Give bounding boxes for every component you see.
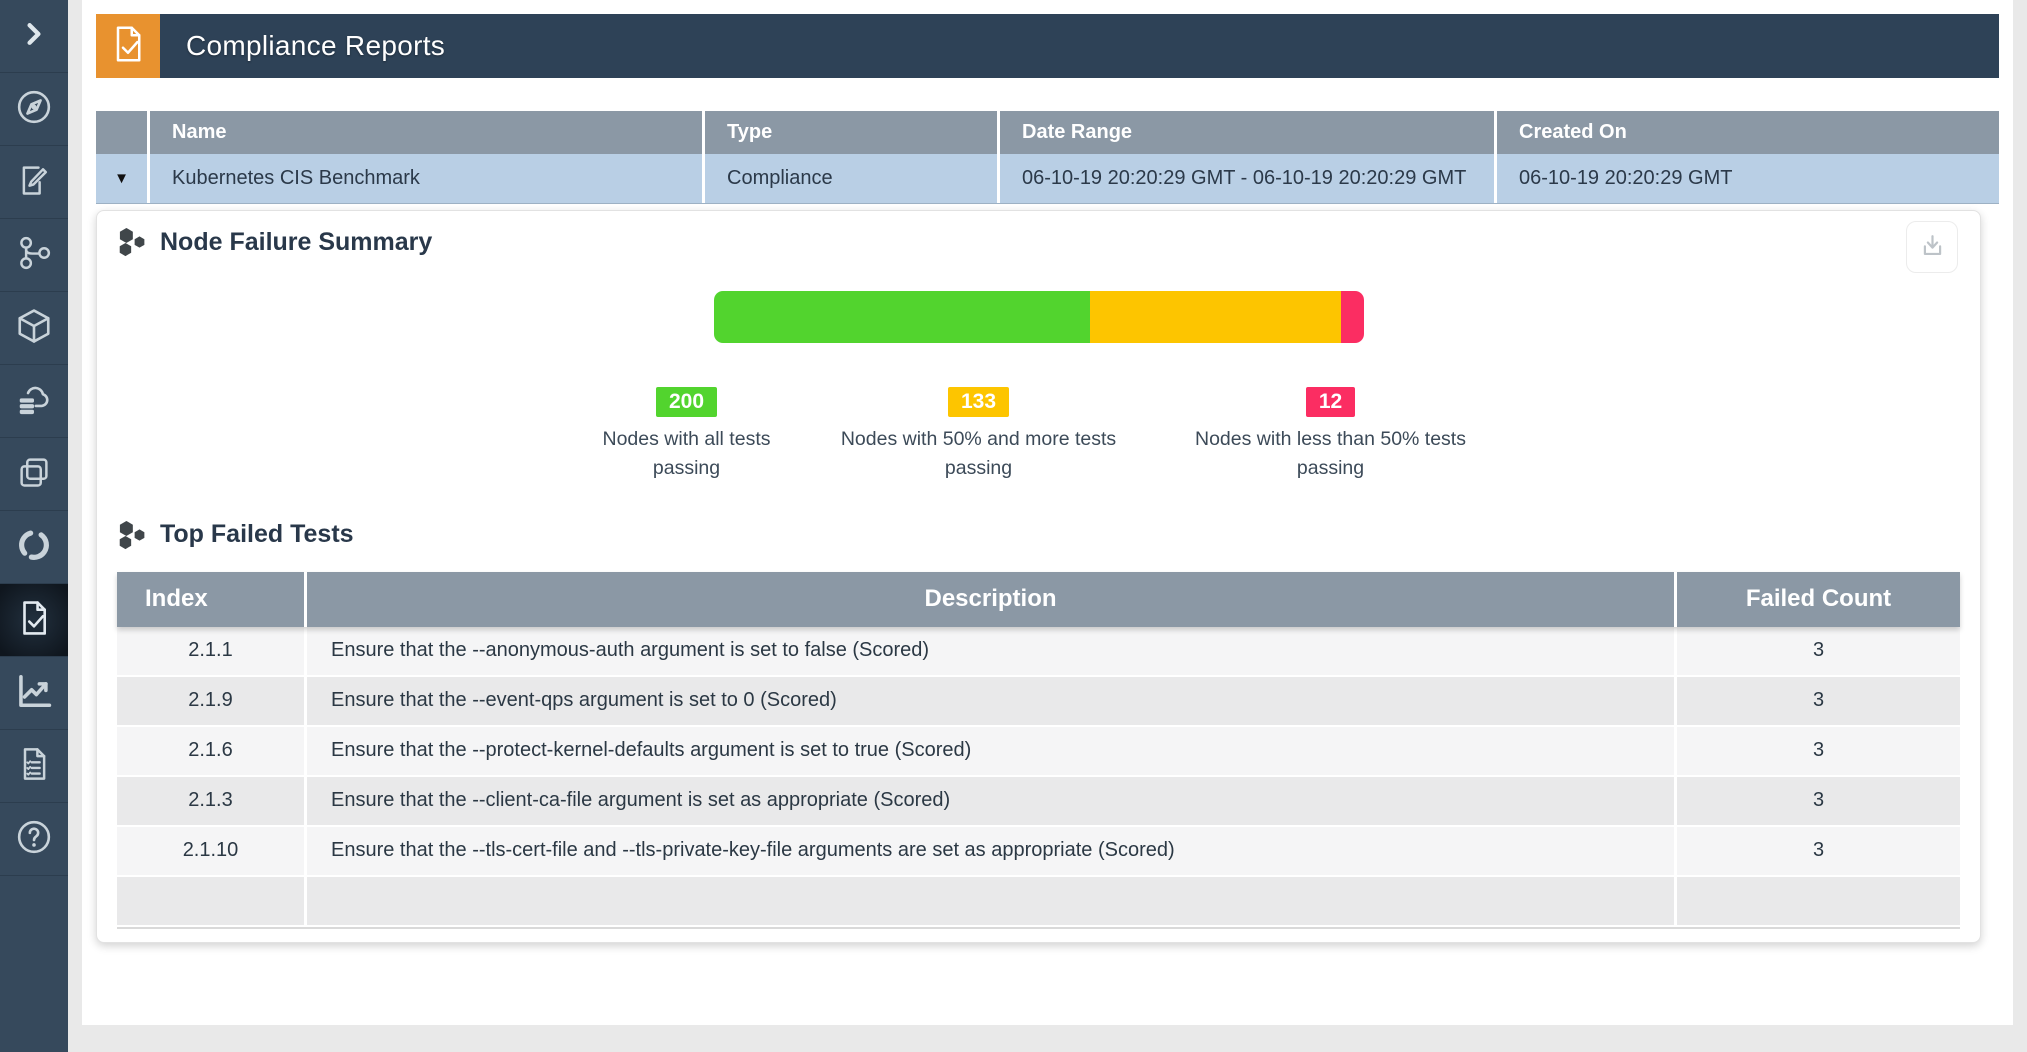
report-table-row[interactable]: ▼ Kubernetes CIS Benchmark Compliance 06… (96, 154, 1999, 204)
failed-count-cell: 3 (1677, 627, 1960, 677)
sidebar-item-registry[interactable] (0, 365, 68, 438)
compass-icon (15, 88, 53, 131)
index-cell: 2.1.1 (117, 627, 307, 677)
failed-count-cell: 3 (1677, 677, 1960, 727)
legend-label: Nodes with less than 50% tests passing (1181, 425, 1481, 484)
legend-value-badge: 200 (656, 387, 717, 417)
refresh-icon (16, 527, 52, 568)
failed-tests-table: Index Description Failed Count 2.1.1 Ens… (117, 572, 1960, 929)
expander-column-header (96, 111, 150, 154)
legend-value-badge: 133 (948, 387, 1009, 417)
compliance-header-tile (96, 14, 160, 78)
cube-icon (15, 307, 53, 350)
node-failure-summary-section-title: Node Failure Summary (117, 227, 1960, 257)
bar-segment-passing (714, 291, 1091, 343)
report-date-range-cell: 06-10-19 20:20:29 GMT - 06-10-19 20:20:2… (1000, 154, 1497, 203)
download-report-button[interactable] (1906, 221, 1958, 273)
sidebar-nav (0, 0, 68, 1052)
failed-count-cell: 3 (1677, 827, 1960, 877)
sidebar-item-policy-editor[interactable] (0, 146, 68, 219)
index-cell: 2.1.3 (117, 777, 307, 827)
cloud-database-icon (15, 380, 53, 423)
sidebar-item-compliance[interactable] (0, 584, 68, 657)
sidebar-item-overview[interactable] (0, 73, 68, 146)
chevron-right-icon (20, 20, 48, 53)
description-cell: Ensure that the --tls-cert-file and --tl… (307, 827, 1677, 877)
failed-count-cell: 3 (1677, 727, 1960, 777)
legend-label: Nodes with 50% and more tests passing (819, 425, 1139, 484)
empty-row (117, 877, 1960, 927)
row-expander-toggle[interactable]: ▼ (114, 170, 129, 187)
checklist-icon (16, 746, 52, 787)
report-detail-panel: Node Failure Summary 200 Nodes with all … (96, 210, 1981, 943)
sidebar-item-reports[interactable] (0, 730, 68, 803)
topology-icon (16, 235, 52, 276)
document-check-icon (15, 599, 53, 642)
app-window: Compliance Reports Name Type Date Range … (0, 0, 2027, 1052)
cluster-hexagons-icon (117, 520, 147, 550)
bar-segment-partial (1090, 291, 1341, 343)
help-icon (15, 818, 53, 861)
legend-value-badge: 12 (1306, 387, 1355, 417)
sidebar-item-images[interactable] (0, 438, 68, 511)
column-header-created-on: Created On (1497, 111, 1999, 154)
cluster-hexagons-icon (117, 227, 147, 257)
page-title: Compliance Reports (186, 30, 445, 62)
failed-test-row[interactable]: 2.1.1 Ensure that the --anonymous-auth a… (117, 627, 1960, 677)
main-content: Compliance Reports Name Type Date Range … (82, 0, 2013, 1025)
document-edit-icon (16, 162, 52, 203)
sidebar-expand-button[interactable] (0, 0, 68, 73)
failed-test-row[interactable]: 2.1.9 Ensure that the --event-qps argume… (117, 677, 1960, 727)
sidebar-item-topology[interactable] (0, 219, 68, 292)
layers-icon (16, 454, 52, 495)
legend-label: Nodes with all tests passing (597, 425, 777, 484)
description-cell: Ensure that the --client-ca-file argumen… (307, 777, 1677, 827)
failed-test-row[interactable]: 2.1.3 Ensure that the --client-ca-file a… (117, 777, 1960, 827)
failed-test-row[interactable]: 2.1.6 Ensure that the --protect-kernel-d… (117, 727, 1960, 777)
report-created-on-cell: 06-10-19 20:20:29 GMT (1497, 154, 1999, 203)
description-cell: Ensure that the --event-qps argument is … (307, 677, 1677, 727)
column-header-type: Type (705, 111, 1000, 154)
legend-item-partial: 133 Nodes with 50% and more tests passin… (819, 387, 1139, 484)
description-cell: Ensure that the --anonymous-auth argumen… (307, 627, 1677, 677)
page-header: Compliance Reports (96, 14, 1999, 78)
document-check-icon (108, 24, 148, 69)
failed-tests-table-header: Index Description Failed Count (117, 572, 1960, 627)
column-header-index: Index (117, 572, 307, 627)
chart-line-icon (15, 672, 53, 715)
download-icon (1919, 232, 1946, 262)
report-summary-table: Name Type Date Range Created On ▼ Kubern… (96, 111, 1999, 204)
node-failure-stacked-bar (714, 291, 1364, 343)
column-header-failed-count: Failed Count (1677, 572, 1960, 627)
bar-segment-failing (1341, 291, 1364, 343)
section-title-text: Node Failure Summary (160, 228, 432, 257)
column-header-description: Description (307, 572, 1677, 627)
column-header-name: Name (150, 111, 705, 154)
top-failed-tests-section-title: Top Failed Tests (117, 520, 1960, 550)
index-cell: 2.1.9 (117, 677, 307, 727)
sidebar-item-workloads[interactable] (0, 292, 68, 365)
report-table-header: Name Type Date Range Created On (96, 111, 1999, 154)
sidebar-item-metrics[interactable] (0, 657, 68, 730)
failed-test-row[interactable]: 2.1.10 Ensure that the --tls-cert-file a… (117, 827, 1960, 877)
sidebar-item-help[interactable] (0, 803, 68, 876)
sidebar-item-runtime[interactable] (0, 511, 68, 584)
description-cell: Ensure that the --protect-kernel-default… (307, 727, 1677, 777)
column-header-date-range: Date Range (1000, 111, 1497, 154)
report-type-cell: Compliance (705, 154, 1000, 203)
legend-item-failing: 12 Nodes with less than 50% tests passin… (1181, 387, 1481, 484)
report-name-cell: Kubernetes CIS Benchmark (150, 154, 705, 203)
section-title-text: Top Failed Tests (160, 520, 354, 549)
node-failure-legend: 200 Nodes with all tests passing 133 Nod… (117, 387, 1960, 484)
failed-count-cell: 3 (1677, 777, 1960, 827)
index-cell: 2.1.10 (117, 827, 307, 877)
legend-item-passing: 200 Nodes with all tests passing (597, 387, 777, 484)
index-cell: 2.1.6 (117, 727, 307, 777)
